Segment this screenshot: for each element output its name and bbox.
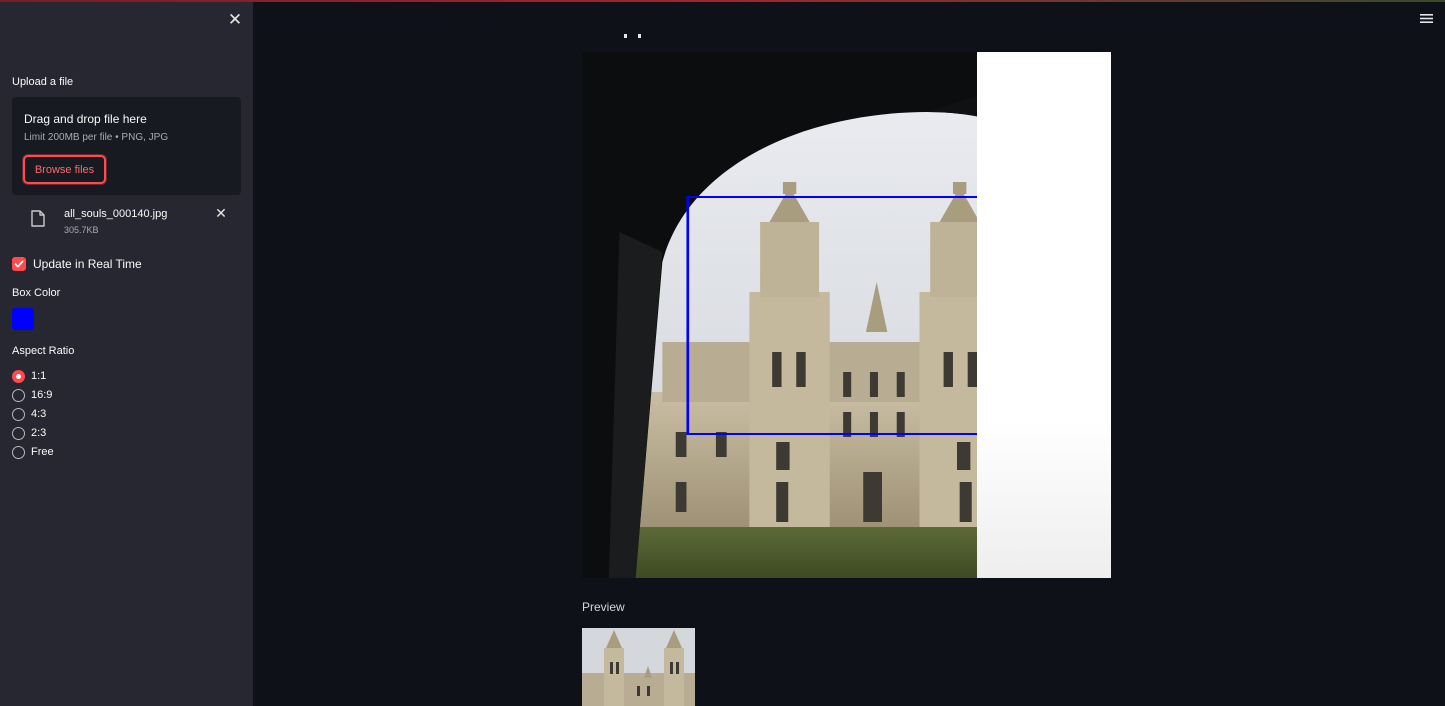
radio[interactable] <box>12 388 25 402</box>
preview-label: Preview <box>582 600 625 614</box>
radio-selected[interactable] <box>12 369 25 383</box>
aspect-option-2-3[interactable]: 2:3 <box>12 425 46 441</box>
box-color-picker[interactable] <box>12 308 34 330</box>
dropzone-title: Drag and drop file here <box>24 112 147 126</box>
aspect-option-free[interactable]: Free <box>12 444 54 460</box>
remove-file-icon: ✕ <box>215 205 227 221</box>
remove-file-button[interactable]: ✕ <box>214 205 228 221</box>
file-size: 305.7KB <box>64 225 99 235</box>
file-name: all_souls_000140.jpg <box>64 208 168 220</box>
sidebar: ✕ Upload a file Drag and drop file here … <box>0 2 253 706</box>
close-icon: ✕ <box>227 10 243 29</box>
hamburger-menu-icon[interactable] <box>1420 11 1433 23</box>
file-dropzone[interactable]: Drag and drop file here Limit 200MB per … <box>12 97 241 195</box>
aspect-option-label: 4:3 <box>31 408 47 420</box>
uploaded-file: all_souls_000140.jpg 305.7KB ✕ <box>12 202 241 242</box>
aspect-option-label: Free <box>31 446 54 458</box>
dropzone-limit: Limit 200MB per file • PNG, JPG <box>24 132 169 143</box>
browse-files-button[interactable]: Browse files <box>23 155 106 184</box>
radio[interactable] <box>12 445 25 459</box>
aspect-option-label: 2:3 <box>31 427 47 439</box>
aspect-option-4-3[interactable]: 4:3 <box>12 406 46 422</box>
box-color-label: Box Color <box>12 287 61 299</box>
close-sidebar-button[interactable]: ✕ <box>226 11 244 29</box>
file-icon <box>31 210 45 227</box>
aspect-option-16-9[interactable]: 16:9 <box>12 387 52 403</box>
radio[interactable] <box>12 407 25 421</box>
preview-image <box>582 628 695 706</box>
radio[interactable] <box>12 426 25 440</box>
realtime-checkbox[interactable]: Update in Real Time <box>12 255 142 273</box>
realtime-label: Update in Real Time <box>33 257 142 271</box>
upload-label: Upload a file <box>12 76 74 88</box>
aspect-ratio-label: Aspect Ratio <box>12 345 75 357</box>
aspect-option-label: 16:9 <box>31 389 53 401</box>
aspect-option-label: 1:1 <box>31 370 47 382</box>
check-icon[interactable] <box>12 257 26 271</box>
aspect-option-1-1[interactable]: 1:1 <box>12 368 46 384</box>
running-indicator <box>624 34 641 38</box>
canvas-padding <box>977 52 1111 578</box>
